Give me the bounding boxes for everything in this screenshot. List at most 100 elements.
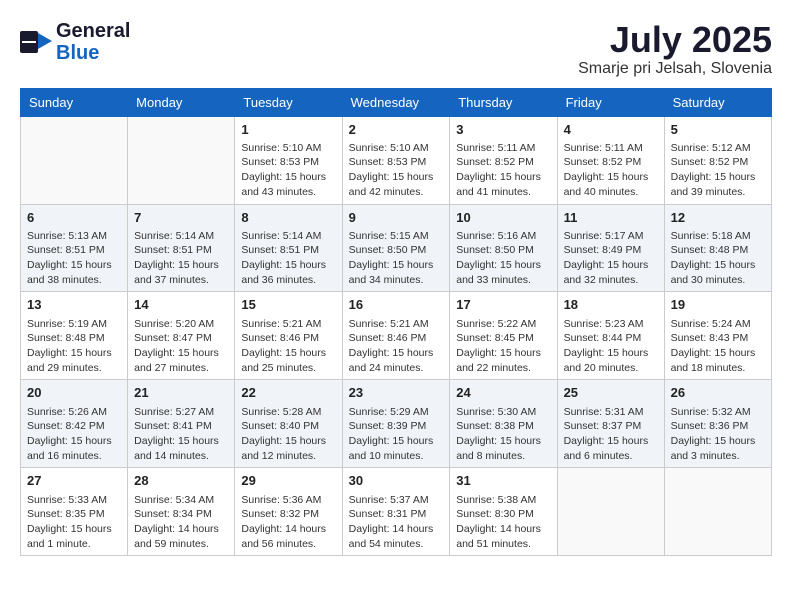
calendar-cell: 14 Sunrise: 5:20 AMSunset: 8:47 PMDayligh… bbox=[128, 292, 235, 380]
calendar-cell: 4 Sunrise: 5:11 AMSunset: 8:52 PMDaylight… bbox=[557, 116, 664, 204]
calendar-cell: 1 Sunrise: 5:10 AMSunset: 8:53 PMDaylight… bbox=[235, 116, 342, 204]
day-number: 4 bbox=[564, 121, 658, 139]
calendar-cell: 3Sunrise: 5:11 AMSunset: 8:52 PMDaylight… bbox=[450, 116, 557, 204]
cell-info: Sunrise: 5:19 AMSunset: 8:48 PMDaylight:… bbox=[27, 317, 121, 376]
logo-icon bbox=[20, 31, 52, 53]
day-number: 17 bbox=[456, 296, 550, 314]
calendar-week-row: 1 Sunrise: 5:10 AMSunset: 8:53 PMDaylight… bbox=[21, 116, 772, 204]
calendar-cell: 22 Sunrise: 5:28 AMSunset: 8:40 PMDayligh… bbox=[235, 380, 342, 468]
calendar-week-row: 27Sunrise: 5:33 AMSunset: 8:35 PMDayligh… bbox=[21, 468, 772, 556]
cell-info: Sunrise: 5:21 AMSunset: 8:46 PMDaylight:… bbox=[241, 317, 335, 376]
calendar-cell: 29 Sunrise: 5:36 AMSunset: 8:32 PMDayligh… bbox=[235, 468, 342, 556]
day-number: 18 bbox=[564, 296, 658, 314]
calendar-cell: 19Sunrise: 5:24 AMSunset: 8:43 PMDayligh… bbox=[664, 292, 771, 380]
cell-info: Sunrise: 5:14 AMSunset: 8:51 PMDaylight:… bbox=[134, 229, 228, 288]
day-number: 20 bbox=[27, 384, 121, 402]
day-number: 29 bbox=[241, 472, 335, 490]
calendar-cell: 21Sunrise: 5:27 AMSunset: 8:41 PMDayligh… bbox=[128, 380, 235, 468]
calendar-cell: 24 Sunrise: 5:30 AMSunset: 8:38 PMDayligh… bbox=[450, 380, 557, 468]
calendar-cell: 31 Sunrise: 5:38 AMSunset: 8:30 PMDayligh… bbox=[450, 468, 557, 556]
day-number: 1 bbox=[241, 121, 335, 139]
day-header-tuesday: Tuesday bbox=[235, 88, 342, 116]
calendar-week-row: 13 Sunrise: 5:19 AMSunset: 8:48 PMDayligh… bbox=[21, 292, 772, 380]
day-number: 8 bbox=[241, 209, 335, 227]
cell-info: Sunrise: 5:18 AMSunset: 8:48 PMDaylight:… bbox=[671, 229, 765, 288]
calendar-cell: 8 Sunrise: 5:14 AMSunset: 8:51 PMDaylight… bbox=[235, 204, 342, 292]
calendar-cell: 9 Sunrise: 5:15 AMSunset: 8:50 PMDaylight… bbox=[342, 204, 450, 292]
calendar-cell bbox=[21, 116, 128, 204]
calendar-cell: 5Sunrise: 5:12 AMSunset: 8:52 PMDaylight… bbox=[664, 116, 771, 204]
day-number: 14 bbox=[134, 296, 228, 314]
day-number: 23 bbox=[349, 384, 444, 402]
cell-info: Sunrise: 5:20 AMSunset: 8:47 PMDaylight:… bbox=[134, 317, 228, 376]
calendar-table: SundayMondayTuesdayWednesdayThursdayFrid… bbox=[20, 88, 772, 557]
cell-info: Sunrise: 5:11 AMSunset: 8:52 PMDaylight:… bbox=[564, 141, 658, 200]
calendar-cell: 10 Sunrise: 5:16 AMSunset: 8:50 PMDayligh… bbox=[450, 204, 557, 292]
day-number: 31 bbox=[456, 472, 550, 490]
day-header-saturday: Saturday bbox=[664, 88, 771, 116]
calendar-cell: 13 Sunrise: 5:19 AMSunset: 8:48 PMDayligh… bbox=[21, 292, 128, 380]
calendar-header-row: SundayMondayTuesdayWednesdayThursdayFrid… bbox=[21, 88, 772, 116]
calendar-cell: 18 Sunrise: 5:23 AMSunset: 8:44 PMDayligh… bbox=[557, 292, 664, 380]
day-header-friday: Friday bbox=[557, 88, 664, 116]
day-number: 28 bbox=[134, 472, 228, 490]
location: Smarje pri Jelsah, Slovenia bbox=[578, 60, 772, 78]
day-header-sunday: Sunday bbox=[21, 88, 128, 116]
day-number: 21 bbox=[134, 384, 228, 402]
day-number: 27 bbox=[27, 472, 121, 490]
cell-info: Sunrise: 5:36 AMSunset: 8:32 PMDaylight:… bbox=[241, 493, 335, 552]
cell-info: Sunrise: 5:10 AMSunset: 8:53 PMDaylight:… bbox=[349, 141, 444, 200]
calendar-week-row: 20 Sunrise: 5:26 AMSunset: 8:42 PMDayligh… bbox=[21, 380, 772, 468]
calendar-cell bbox=[664, 468, 771, 556]
logo: General Blue bbox=[20, 20, 130, 64]
cell-info: Sunrise: 5:30 AMSunset: 8:38 PMDaylight:… bbox=[456, 405, 550, 464]
calendar-cell: 23 Sunrise: 5:29 AMSunset: 8:39 PMDayligh… bbox=[342, 380, 450, 468]
day-number: 5 bbox=[671, 121, 765, 139]
cell-info: Sunrise: 5:16 AMSunset: 8:50 PMDaylight:… bbox=[456, 229, 550, 288]
day-number: 15 bbox=[241, 296, 335, 314]
calendar-week-row: 6Sunrise: 5:13 AMSunset: 8:51 PMDaylight… bbox=[21, 204, 772, 292]
day-number: 2 bbox=[349, 121, 444, 139]
calendar-cell: 16Sunrise: 5:21 AMSunset: 8:46 PMDayligh… bbox=[342, 292, 450, 380]
calendar-cell: 17 Sunrise: 5:22 AMSunset: 8:45 PMDayligh… bbox=[450, 292, 557, 380]
day-number: 25 bbox=[564, 384, 658, 402]
day-header-thursday: Thursday bbox=[450, 88, 557, 116]
logo-blue: Blue bbox=[56, 42, 130, 64]
calendar-cell: 27Sunrise: 5:33 AMSunset: 8:35 PMDayligh… bbox=[21, 468, 128, 556]
calendar-cell: 20 Sunrise: 5:26 AMSunset: 8:42 PMDayligh… bbox=[21, 380, 128, 468]
day-number: 6 bbox=[27, 209, 121, 227]
cell-info: Sunrise: 5:34 AMSunset: 8:34 PMDaylight:… bbox=[134, 493, 228, 552]
cell-info: Sunrise: 5:21 AMSunset: 8:46 PMDaylight:… bbox=[349, 317, 444, 376]
day-number: 13 bbox=[27, 296, 121, 314]
calendar-cell: 30Sunrise: 5:37 AMSunset: 8:31 PMDayligh… bbox=[342, 468, 450, 556]
logo-general: General bbox=[56, 20, 130, 42]
calendar-cell bbox=[557, 468, 664, 556]
calendar-cell: 6Sunrise: 5:13 AMSunset: 8:51 PMDaylight… bbox=[21, 204, 128, 292]
calendar-cell: 26 Sunrise: 5:32 AMSunset: 8:36 PMDayligh… bbox=[664, 380, 771, 468]
day-header-wednesday: Wednesday bbox=[342, 88, 450, 116]
cell-info: Sunrise: 5:31 AMSunset: 8:37 PMDaylight:… bbox=[564, 405, 658, 464]
cell-info: Sunrise: 5:26 AMSunset: 8:42 PMDaylight:… bbox=[27, 405, 121, 464]
cell-info: Sunrise: 5:23 AMSunset: 8:44 PMDaylight:… bbox=[564, 317, 658, 376]
day-number: 10 bbox=[456, 209, 550, 227]
cell-info: Sunrise: 5:32 AMSunset: 8:36 PMDaylight:… bbox=[671, 405, 765, 464]
day-number: 9 bbox=[349, 209, 444, 227]
cell-info: Sunrise: 5:15 AMSunset: 8:50 PMDaylight:… bbox=[349, 229, 444, 288]
day-number: 24 bbox=[456, 384, 550, 402]
day-number: 26 bbox=[671, 384, 765, 402]
cell-info: Sunrise: 5:29 AMSunset: 8:39 PMDaylight:… bbox=[349, 405, 444, 464]
cell-info: Sunrise: 5:38 AMSunset: 8:30 PMDaylight:… bbox=[456, 493, 550, 552]
calendar-cell: 28 Sunrise: 5:34 AMSunset: 8:34 PMDayligh… bbox=[128, 468, 235, 556]
day-number: 22 bbox=[241, 384, 335, 402]
day-number: 7 bbox=[134, 209, 228, 227]
cell-info: Sunrise: 5:14 AMSunset: 8:51 PMDaylight:… bbox=[241, 229, 335, 288]
cell-info: Sunrise: 5:28 AMSunset: 8:40 PMDaylight:… bbox=[241, 405, 335, 464]
calendar-cell bbox=[128, 116, 235, 204]
cell-info: Sunrise: 5:17 AMSunset: 8:49 PMDaylight:… bbox=[564, 229, 658, 288]
day-number: 30 bbox=[349, 472, 444, 490]
cell-info: Sunrise: 5:22 AMSunset: 8:45 PMDaylight:… bbox=[456, 317, 550, 376]
day-header-monday: Monday bbox=[128, 88, 235, 116]
day-number: 11 bbox=[564, 209, 658, 227]
cell-info: Sunrise: 5:10 AMSunset: 8:53 PMDaylight:… bbox=[241, 141, 335, 200]
day-number: 19 bbox=[671, 296, 765, 314]
